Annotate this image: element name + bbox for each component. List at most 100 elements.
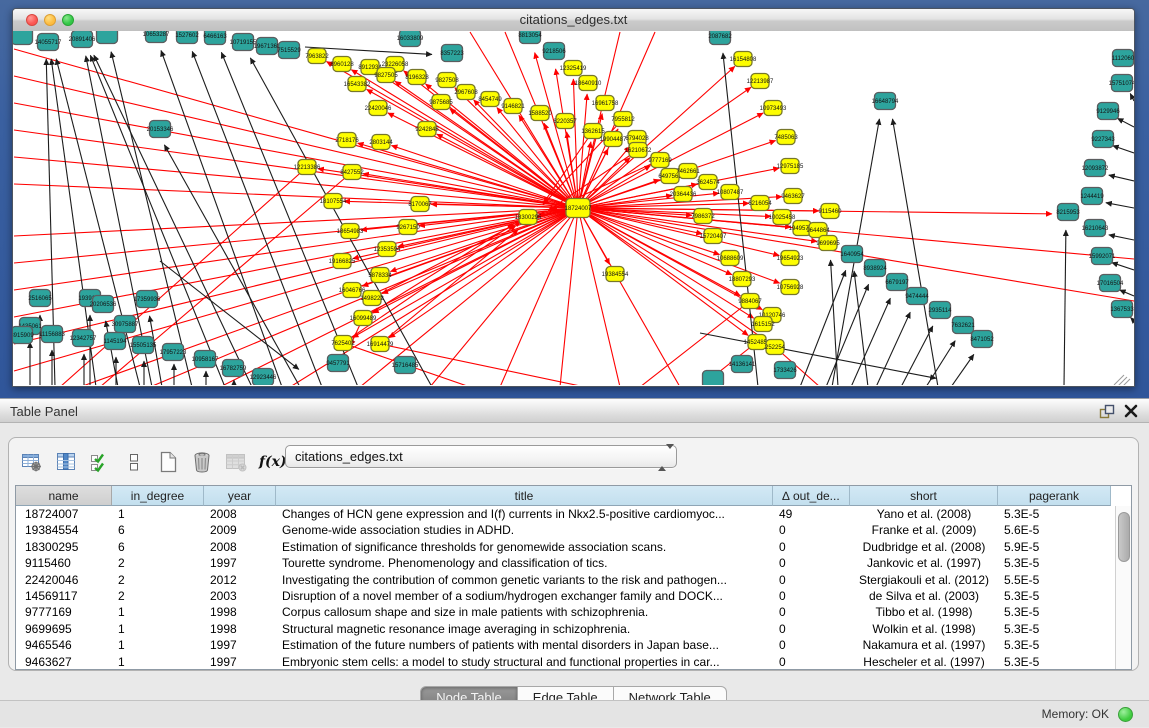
table-cell[interactable]: 0: [773, 522, 850, 538]
table-cell[interactable]: 1997: [204, 555, 276, 571]
table-cell[interactable]: 22420046: [16, 572, 112, 588]
table-cell[interactable]: Franke et al. (2009): [850, 522, 998, 538]
window-resize-grip[interactable]: [1114, 375, 1130, 385]
node-table[interactable]: namein_degreeyeartitle∆ out_de...shortpa…: [15, 485, 1132, 670]
table-body[interactable]: 1872400712008Changes of HCN gene express…: [16, 506, 1131, 670]
table-cell[interactable]: 2: [112, 572, 204, 588]
table-cell[interactable]: 9115460: [16, 555, 112, 571]
table-cell[interactable]: Tourette syndrome. Phenomenology and cla…: [276, 555, 773, 571]
show-columns-button[interactable]: [53, 448, 79, 476]
column-header-year[interactable]: year: [204, 486, 276, 506]
table-cell[interactable]: 1: [112, 621, 204, 637]
delete-columns-button[interactable]: [189, 448, 215, 476]
table-cell[interactable]: 5.3E-5: [998, 604, 1111, 620]
table-cell[interactable]: 9777169: [16, 604, 112, 620]
table-cell[interactable]: 1998: [204, 604, 276, 620]
table-cell[interactable]: 5.6E-5: [998, 522, 1111, 538]
table-cell[interactable]: Changes of HCN gene expression and I(f) …: [276, 506, 773, 522]
table-row[interactable]: 1938455462009Genome-wide association stu…: [16, 522, 1131, 538]
table-cell[interactable]: 18724007: [16, 506, 112, 522]
table-cell[interactable]: 49: [773, 506, 850, 522]
table-cell[interactable]: Genome-wide association studies in ADHD.: [276, 522, 773, 538]
table-cell[interactable]: 2009: [204, 522, 276, 538]
table-cell[interactable]: 1997: [204, 654, 276, 670]
table-row[interactable]: 977716911998Corpus callosum shape and si…: [16, 604, 1131, 620]
table-cell[interactable]: 2008: [204, 506, 276, 522]
close-panel-icon[interactable]: [1123, 403, 1139, 419]
table-cell[interactable]: Dudbridge et al. (2008): [850, 539, 998, 555]
table-cell[interactable]: 19384554: [16, 522, 112, 538]
table-cell[interactable]: de Silva et al. (2003): [850, 588, 998, 604]
table-cell[interactable]: 9699695: [16, 621, 112, 637]
float-window-icon[interactable]: [1098, 403, 1115, 420]
table-cell[interactable]: 0: [773, 621, 850, 637]
table-cell[interactable]: Estimation of the future numbers of pati…: [276, 637, 773, 653]
graph-node-teal[interactable]: [97, 31, 118, 44]
table-row[interactable]: 946554611997Estimation of the future num…: [16, 637, 1131, 653]
graph-node-teal[interactable]: [703, 371, 724, 386]
table-cell[interactable]: 5.3E-5: [998, 588, 1111, 604]
column-header-out-degree[interactable]: ∆ out_de...: [773, 486, 850, 506]
table-row[interactable]: 1872400712008Changes of HCN gene express…: [16, 506, 1131, 522]
table-cell[interactable]: Nakamura et al. (1997): [850, 637, 998, 653]
graph-node-teal[interactable]: [13, 31, 33, 45]
table-cell[interactable]: Jankovic et al. (1997): [850, 555, 998, 571]
table-row[interactable]: 2242004622012Investigating the contribut…: [16, 572, 1131, 588]
table-row[interactable]: 1830029562008Estimation of significance …: [16, 539, 1131, 555]
column-header-pagerank[interactable]: pagerank: [998, 486, 1111, 506]
scrollbar-thumb[interactable]: [1118, 512, 1130, 562]
table-cell[interactable]: 0: [773, 637, 850, 653]
table-row[interactable]: 911546021997Tourette syndrome. Phenomeno…: [16, 555, 1131, 571]
table-cell[interactable]: Embryonic stem cells: a model to study s…: [276, 654, 773, 670]
column-header-in-degree[interactable]: in_degree: [112, 486, 204, 506]
table-cell[interactable]: Hescheler et al. (1997): [850, 654, 998, 670]
table-header-row[interactable]: namein_degreeyeartitle∆ out_de...shortpa…: [16, 486, 1131, 506]
table-cell[interactable]: 1998: [204, 621, 276, 637]
table-cell[interactable]: 6: [112, 539, 204, 555]
table-cell[interactable]: 5.9E-5: [998, 539, 1111, 555]
table-cell[interactable]: 0: [773, 555, 850, 571]
table-cell[interactable]: 5.3E-5: [998, 506, 1111, 522]
table-cell[interactable]: 1997: [204, 637, 276, 653]
table-scrollbar[interactable]: [1115, 506, 1131, 669]
table-cell[interactable]: 2003: [204, 588, 276, 604]
table-cell[interactable]: Structural magnetic resonance image aver…: [276, 621, 773, 637]
table-cell[interactable]: 0: [773, 654, 850, 670]
column-header-title[interactable]: title: [276, 486, 773, 506]
table-cell[interactable]: 5.3E-5: [998, 555, 1111, 571]
table-cell[interactable]: 1: [112, 506, 204, 522]
table-row[interactable]: 969969511998Structural magnetic resonanc…: [16, 621, 1131, 637]
table-cell[interactable]: 2008: [204, 539, 276, 555]
table-cell[interactable]: Stergiakouli et al. (2012): [850, 572, 998, 588]
table-row[interactable]: 946362711997Embryonic stem cells: a mode…: [16, 654, 1131, 670]
table-cell[interactable]: 2: [112, 588, 204, 604]
table-cell[interactable]: 0: [773, 572, 850, 588]
table-cell[interactable]: Investigating the contribution of common…: [276, 572, 773, 588]
table-cell[interactable]: 1: [112, 637, 204, 653]
row-height-button[interactable]: [121, 448, 147, 476]
create-column-button[interactable]: [155, 448, 181, 476]
table-cell[interactable]: 5.3E-5: [998, 637, 1111, 653]
window-titlebar[interactable]: citations_edges.txt: [13, 9, 1134, 32]
table-settings-button[interactable]: [19, 448, 45, 476]
table-cell[interactable]: 6: [112, 522, 204, 538]
select-columns-button[interactable]: [87, 448, 113, 476]
table-cell[interactable]: Wolkin et al. (1998): [850, 621, 998, 637]
table-cell[interactable]: 0: [773, 539, 850, 555]
table-cell[interactable]: 9465546: [16, 637, 112, 653]
table-cell[interactable]: Yano et al. (2008): [850, 506, 998, 522]
table-cell[interactable]: 2012: [204, 572, 276, 588]
table-cell[interactable]: 5.3E-5: [998, 654, 1111, 670]
table-cell[interactable]: Tibbo et al. (1998): [850, 604, 998, 620]
table-cell[interactable]: 1: [112, 604, 204, 620]
column-header-short[interactable]: short: [850, 486, 998, 506]
network-canvas[interactable]: 1405571720891406106532871527602646616310…: [13, 31, 1134, 385]
table-cell[interactable]: Estimation of significance thresholds fo…: [276, 539, 773, 555]
table-cell[interactable]: Disruption of a novel member of a sodium…: [276, 588, 773, 604]
table-cell[interactable]: 5.3E-5: [998, 621, 1111, 637]
table-cell[interactable]: 1: [112, 654, 204, 670]
table-cell[interactable]: 18300295: [16, 539, 112, 555]
table-cell[interactable]: 0: [773, 604, 850, 620]
table-cell[interactable]: 14569117: [16, 588, 112, 604]
table-cell[interactable]: 5.5E-5: [998, 572, 1111, 588]
